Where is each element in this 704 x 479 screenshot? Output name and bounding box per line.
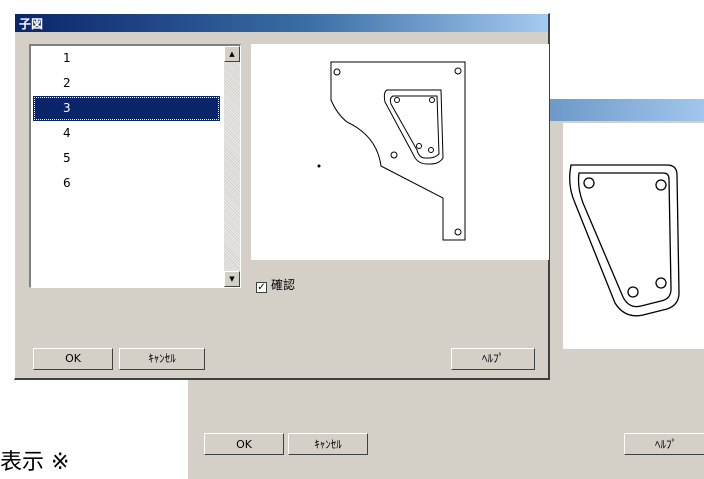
background-cancel-button[interactable]: ｷｬﾝｾﾙ <box>288 433 368 455</box>
part-drawing <box>317 61 466 241</box>
scroll-down-arrow-icon[interactable]: ▼ <box>224 271 240 287</box>
dialog-title-bar[interactable]: 子図 <box>15 14 548 32</box>
checkmark-icon: ✓ <box>257 282 266 293</box>
list-item[interactable]: 6 <box>31 171 222 196</box>
list-item-selected[interactable]: 3 <box>33 96 220 121</box>
background-preview-canvas <box>563 123 704 349</box>
list-item[interactable]: 2 <box>31 71 222 96</box>
confirm-checkbox[interactable]: ✓ 確認 <box>256 276 295 293</box>
figure-list[interactable]: 1 2 3 4 5 6 ▲ ▼ <box>29 44 241 288</box>
partial-caption-text: 表示 ※ <box>0 450 70 475</box>
list-item[interactable]: 1 <box>31 46 222 71</box>
help-button[interactable]: ﾍﾙﾌﾟ <box>451 348 535 370</box>
checkbox-box[interactable]: ✓ <box>256 282 267 293</box>
ok-button[interactable]: OK <box>33 348 113 370</box>
child-figure-dialog: 子図 1 2 3 4 5 6 ▲ ▼ ✓ 確認 OK ｷｬﾝｾﾙ ﾍﾙﾌﾟ <box>14 13 550 380</box>
checkbox-label: 確認 <box>271 278 296 292</box>
list-item[interactable]: 4 <box>31 121 222 146</box>
list-item[interactable]: 5 <box>31 146 222 171</box>
dialog-title: 子図 <box>19 17 44 31</box>
vertical-scrollbar[interactable]: ▲ ▼ <box>224 46 240 287</box>
preview-canvas <box>251 44 549 260</box>
scroll-up-arrow-icon[interactable]: ▲ <box>224 46 240 62</box>
background-ok-button[interactable]: OK <box>204 433 284 455</box>
enlarged-part-drawing <box>569 164 680 317</box>
background-help-button[interactable]: ﾍﾙﾌﾟ <box>624 433 704 455</box>
cancel-button[interactable]: ｷｬﾝｾﾙ <box>119 348 205 370</box>
